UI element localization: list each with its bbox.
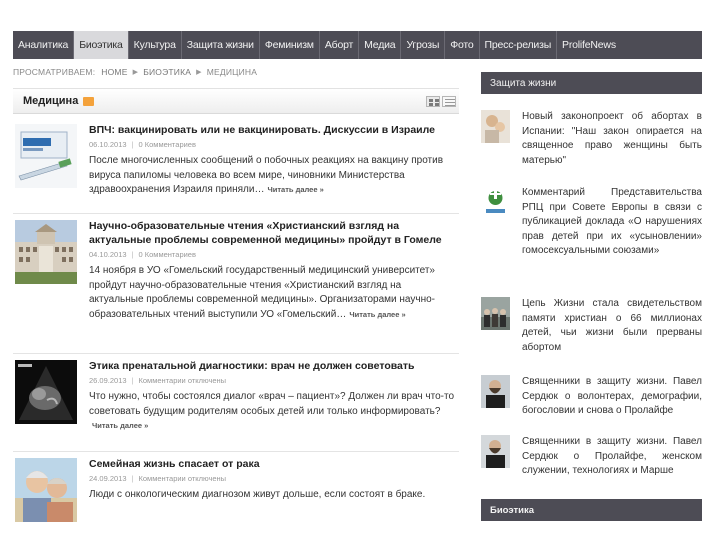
article-title[interactable]: Семейная жизнь спасает от рака — [89, 457, 455, 471]
article-comments-status: Комментарии отключены — [138, 474, 227, 483]
article-item: Научно-образовательные чтения «Христианс… — [13, 214, 459, 354]
sidebar-thumbnail-church-logo[interactable] — [481, 186, 510, 219]
sidebar-thumbnail-priest[interactable] — [481, 375, 510, 408]
article-excerpt: 14 ноября в УО «Гомельский государственн… — [89, 264, 455, 322]
article-meta: 06.10.2013 | 0 Комментариев — [89, 140, 196, 149]
rss-icon[interactable] — [83, 96, 95, 106]
sidebar-thumbnail-priest[interactable] — [481, 435, 510, 468]
sidebar-item-text[interactable]: Священники в защиту жизни. Павел Сердюк … — [522, 435, 702, 479]
article-excerpt-text: Что нужно, чтобы состоялся диалог «врач … — [89, 391, 455, 417]
sidebar-pro-life: Защита жизни Новый законопроект об аборт… — [481, 72, 702, 476]
nav-item-analytics[interactable]: Аналитика — [13, 31, 75, 59]
sidebar-thumbnail-mother-child[interactable] — [481, 110, 510, 143]
article-title[interactable]: ВПЧ: вакцинировать или не вакцинировать.… — [89, 123, 455, 137]
article-item: Семейная жизнь спасает от рака 24.09.201… — [13, 452, 459, 532]
section-header: Медицина — [13, 88, 459, 114]
article-thumbnail-vaccine[interactable] — [15, 124, 77, 188]
nav-item-culture[interactable]: Культура — [129, 31, 182, 59]
article-meta: 04.10.2013 | 0 Комментариев — [89, 250, 196, 259]
article-excerpt-text: Люди с онкологическим диагнозом живут до… — [89, 489, 426, 500]
grid-view-icon[interactable] — [426, 96, 440, 107]
sidebar-item-text[interactable]: Цепь Жизни стала свидетельством памяти х… — [522, 297, 702, 355]
nav-item-threats[interactable]: Угрозы — [401, 31, 446, 59]
article-date: 04.10.2013 — [89, 250, 127, 259]
view-toggles — [426, 96, 456, 107]
breadcrumb-prefix: Просматриваем: — [13, 67, 96, 77]
nav-item-bioethics[interactable]: Биоэтика — [74, 31, 129, 59]
article-thumbnail-building[interactable] — [15, 220, 77, 284]
article-date: 06.10.2013 — [89, 140, 127, 149]
article-title[interactable]: Научно-образовательные чтения «Христианс… — [89, 219, 455, 247]
breadcrumb-separator-icon: ▶ — [196, 69, 202, 76]
article-thumbnail-elderly-couple[interactable] — [15, 458, 77, 522]
article-comments-link[interactable]: 0 Комментариев — [139, 250, 196, 259]
article-date: 24.09.2013 — [89, 474, 127, 483]
sidebar-item-text[interactable]: Священники в защиту жизни. Павел Сердюк … — [522, 375, 702, 419]
article-title[interactable]: Этика пренатальной диагностики: врач не … — [89, 359, 455, 373]
read-more-link[interactable]: Читать далее » — [92, 421, 148, 430]
sidebar-heading-bioethics: Биоэтика — [481, 499, 702, 521]
main-nav: Аналитика Биоэтика Культура Защита жизни… — [13, 31, 702, 59]
breadcrumb: Просматриваем: Home ▶ Биоэтика ▶ Медицин… — [13, 67, 257, 77]
nav-item-pro-life[interactable]: Защита жизни — [182, 31, 260, 59]
article-comments-link[interactable]: 0 Комментариев — [139, 140, 196, 149]
nav-item-press-releases[interactable]: Пресс-релизы — [480, 31, 558, 59]
sidebar-item-text[interactable]: Комментарий Представительства РПЦ при Со… — [522, 186, 702, 259]
article-comments-status: Комментарии отключены — [138, 376, 227, 385]
breadcrumb-bioethics[interactable]: Биоэтика — [143, 67, 191, 77]
read-more-link[interactable]: Читать далее » — [349, 310, 405, 319]
breadcrumb-home[interactable]: Home — [101, 67, 127, 77]
sidebar-item-text[interactable]: Новый законопроект об абортах в Испании:… — [522, 110, 702, 168]
list-view-icon[interactable] — [442, 96, 456, 107]
nav-item-prolifenews[interactable]: ProlifeNews — [557, 31, 621, 59]
nav-item-abortion[interactable]: Аборт — [320, 31, 360, 59]
article-item: ВПЧ: вакцинировать или не вакцинировать.… — [13, 118, 459, 214]
nav-item-media[interactable]: Медиа — [359, 31, 402, 59]
sidebar-heading: Защита жизни — [481, 72, 702, 94]
read-more-link[interactable]: Читать далее » — [267, 185, 323, 194]
nav-item-feminism[interactable]: Феминизм — [260, 31, 320, 59]
article-excerpt: Что нужно, чтобы состоялся диалог «врач … — [89, 390, 455, 434]
section-title: Медицина — [23, 95, 79, 107]
breadcrumb-current: Медицина — [206, 67, 258, 77]
nav-item-photo[interactable]: Фото — [445, 31, 480, 59]
breadcrumb-separator-icon: ▶ — [132, 69, 139, 76]
article-excerpt: Люди с онкологическим диагнозом живут до… — [89, 488, 455, 503]
article-meta: 26.09.2013 | Комментарии отключены — [89, 376, 227, 385]
article-excerpt: После многочисленных сообщений о побочны… — [89, 154, 455, 198]
article-meta: 24.09.2013 | Комментарии отключены — [89, 474, 227, 483]
sidebar-thumbnail-chain-of-life[interactable] — [481, 297, 510, 330]
article-item: Этика пренатальной диагностики: врач не … — [13, 354, 459, 452]
article-date: 26.09.2013 — [89, 376, 127, 385]
article-thumbnail-ultrasound[interactable] — [15, 360, 77, 424]
